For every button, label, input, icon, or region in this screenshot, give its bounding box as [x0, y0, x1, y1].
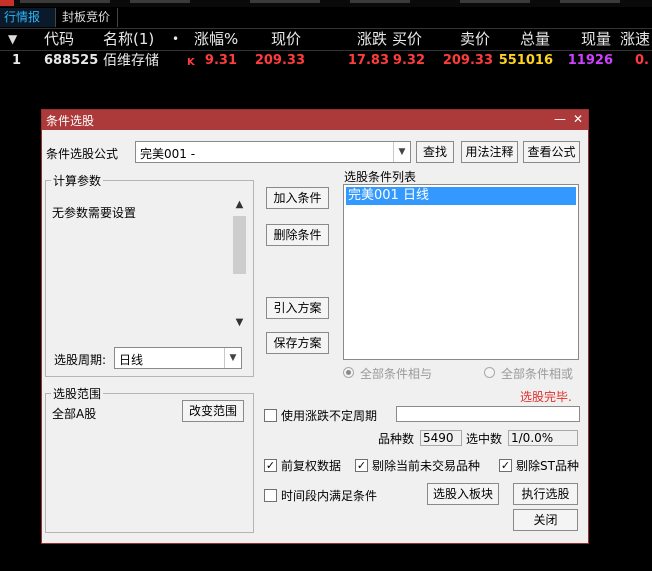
row-ask: 209.33 — [442, 53, 493, 68]
scroll-up-icon[interactable]: ▲ — [232, 198, 247, 212]
chk-exclude-not-traded-label: 剔除当前未交易品种 — [372, 459, 481, 473]
chk-exclude-st[interactable]: ✓ — [499, 459, 512, 472]
top-strip — [0, 0, 652, 7]
delete-condition-button[interactable]: 删除条件 — [266, 224, 329, 246]
col-volume[interactable]: 总量 — [520, 29, 550, 50]
chk-time-range[interactable] — [264, 489, 277, 502]
period-value: 日线 — [119, 353, 144, 367]
row-bid: 9.32 — [392, 53, 425, 68]
app-logo-icon — [0, 0, 14, 6]
dialog-title: 条件选股 — [46, 114, 95, 128]
scroll-thumb[interactable] — [233, 216, 246, 274]
period-select[interactable]: 日线 ▼ — [114, 347, 242, 369]
condition-list-title: 选股条件列表 — [344, 170, 417, 184]
row-price: 209.33 — [254, 53, 305, 68]
row-change: 17.83 — [347, 53, 389, 68]
condition-list[interactable]: 完美001 日线 — [343, 184, 579, 360]
params-scrollbar[interactable]: ▲ ▼ — [232, 198, 247, 334]
tab-limit-auction[interactable]: 封板竞价 — [58, 8, 118, 27]
view-formula-button[interactable]: 查看公式 — [523, 141, 580, 163]
formula-select[interactable]: 完美001 - ▼ — [135, 141, 411, 163]
to-block-button[interactable]: 选股入板块 — [427, 483, 499, 505]
usage-notes-button[interactable]: 用法注释 — [461, 141, 518, 163]
chk-time-range-label: 时间段内满足条件 — [281, 489, 378, 503]
formula-label: 条件选股公式 — [46, 147, 119, 161]
find-button[interactable]: 查找 — [416, 141, 454, 163]
col-code[interactable]: 代码 — [44, 29, 74, 50]
range-value: 全部A股 — [52, 407, 97, 421]
row-speed: 0. — [635, 53, 649, 68]
row-code: 688525 — [44, 53, 99, 68]
params-group-title: 计算参数 — [51, 172, 104, 189]
row-k-mark: K — [187, 57, 195, 68]
col-price[interactable]: 现价 — [271, 29, 301, 50]
col-bid[interactable]: 买价 — [392, 29, 422, 50]
count-label: 品种数 — [378, 432, 415, 446]
tab-quotes[interactable]: 行情报价 — [0, 8, 56, 43]
save-plan-button[interactable]: 保存方案 — [266, 332, 329, 354]
chk-uncertain-period[interactable] — [264, 409, 277, 422]
chevron-down-icon[interactable]: ▼ — [393, 142, 410, 162]
chk-uncertain-period-label: 使用涨跌不定周期 — [281, 409, 378, 423]
radio-all-and-label: 全部条件相与 — [360, 367, 433, 381]
selected-value: 1/0.0% — [508, 430, 578, 446]
col-change[interactable]: 涨跌 — [357, 29, 387, 50]
formula-value: 完美001 - — [140, 147, 196, 161]
col-ask[interactable]: 卖价 — [460, 29, 490, 50]
period-label: 选股周期: — [54, 353, 107, 367]
close-icon[interactable]: ✕ — [570, 111, 586, 127]
import-plan-button[interactable]: 引入方案 — [266, 297, 329, 319]
col-dot[interactable]: • — [172, 29, 179, 50]
row-volume: 551016 — [498, 53, 553, 68]
col-last-volume[interactable]: 现量 — [581, 29, 611, 50]
minimize-icon[interactable]: — — [552, 111, 568, 127]
status-text: 选股完毕. — [520, 390, 572, 404]
close-button[interactable]: 关闭 — [513, 509, 578, 531]
row-change-pct: 9.31 — [204, 53, 237, 68]
row-last-volume: 11926 — [567, 53, 613, 68]
count-value: 5490 — [420, 430, 462, 446]
params-text: 无参数需要设置 — [52, 206, 137, 220]
radio-all-or[interactable] — [484, 367, 495, 378]
row-name: 佰维存储 — [103, 53, 159, 69]
radio-all-and[interactable] — [343, 367, 354, 378]
col-change-pct[interactable]: 涨幅% — [194, 29, 238, 50]
uncertain-period-input[interactable] — [396, 406, 580, 422]
table-row[interactable]: 1 688525 佰维存储 K 9.31 209.33 17.83 9.32 2… — [0, 51, 652, 71]
change-range-button[interactable]: 改变范围 — [182, 400, 244, 422]
selected-label: 选中数 — [466, 432, 503, 446]
chk-forward-adjust-label: 前复权数据 — [281, 459, 342, 473]
chk-forward-adjust[interactable]: ✓ — [264, 459, 277, 472]
run-screen-button[interactable]: 执行选股 — [513, 483, 578, 505]
row-index: 1 — [12, 53, 22, 68]
add-condition-button[interactable]: 加入条件 — [266, 187, 329, 209]
radio-all-or-label: 全部条件相或 — [501, 367, 574, 381]
sort-toggle-icon[interactable]: ▼ — [8, 29, 17, 50]
dialog-titlebar[interactable]: 条件选股 — ✕ — [42, 110, 588, 130]
scroll-down-icon[interactable]: ▼ — [232, 316, 247, 330]
col-speed[interactable]: 涨速 — [620, 29, 650, 50]
chk-exclude-not-traded[interactable]: ✓ — [355, 459, 368, 472]
range-group-title: 选股范围 — [51, 385, 104, 402]
quote-tab-bar: 行情报价 封板竞价 — [0, 7, 652, 43]
col-name[interactable]: 名称(1) — [103, 29, 154, 50]
stock-screener-dialog: 条件选股 — ✕ 条件选股公式 完美001 - ▼ 查找 用法注释 查看公式 计… — [41, 109, 589, 544]
chk-exclude-st-label: 剔除ST品种 — [516, 459, 579, 473]
list-item[interactable]: 完美001 日线 — [346, 187, 576, 205]
table-header: ▼ 代码 名称(1) • 涨幅% 现价 涨跌 买价 卖价 总量 现量 涨速 — [0, 29, 652, 51]
chevron-down-icon[interactable]: ▼ — [224, 348, 241, 368]
